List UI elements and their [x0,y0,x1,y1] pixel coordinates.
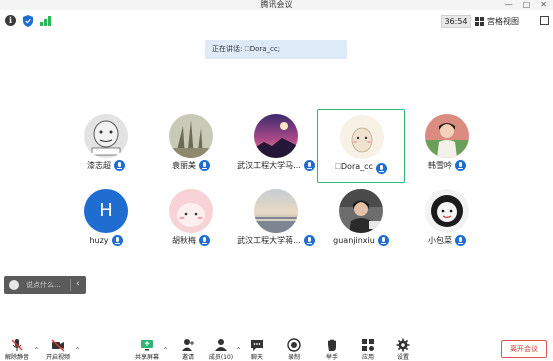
share-screen-icon [141,340,153,351]
participant-name: huzy [89,236,109,245]
participant-name: 袁丽美 [172,161,196,170]
window-controls: — □ ✕ [505,0,547,9]
avatar [340,115,384,159]
network-signal-icon[interactable] [40,16,52,26]
participant-tile[interactable]: 武汉工程大学马... [232,109,320,183]
microphone-muted-icon [11,339,23,351]
chat-label: 聊天 [250,354,263,361]
mic-icon [455,160,466,171]
participant-name: 武汉工程大学马... [237,161,301,170]
meeting-timer: 36:54 [441,15,471,28]
meeting-window: 腾讯会议 — □ ✕ i 36:54 宫格视图 正在讲话: 🗆Dora_cc; … [0,0,553,361]
mic-icon [111,235,123,246]
gear-icon [396,338,410,352]
invite-user-icon [182,339,194,351]
chat-bubble-icon [251,340,263,351]
apps-grid-icon [362,339,374,351]
invite-label: 邀请 [181,354,194,361]
mute-options-caret-icon[interactable]: ^ [34,347,39,354]
mic-icon [114,160,125,171]
emoji-icon[interactable] [9,280,19,290]
settings-label: 设置 [396,354,409,361]
participant-tile-active[interactable]: 🗆Dora_cc [317,109,405,183]
mic-icon [303,160,315,171]
mic-icon [303,235,315,246]
avatar [169,189,213,233]
chat-input[interactable]: 说点什么... ‹ [4,276,86,294]
mic-icon [199,235,210,246]
participant-name: guanjinxiu [333,236,375,245]
mic-icon [377,235,389,246]
grid-view-icon [475,17,484,26]
raise-hand-label: 举手 [325,354,338,361]
mute-label: 解除静音 [4,354,29,361]
record-label: 录制 [287,354,300,361]
avatar [84,114,128,158]
status-row: i 36:54 宫格视图 [0,11,553,31]
share-screen-label: 共享屏幕 [134,354,159,361]
avatar [425,189,469,233]
participant-tile[interactable]: 袁丽美 [147,109,235,183]
avatar [254,189,298,233]
raise-hand-button[interactable]: 举手 [319,338,345,361]
share-options-caret-icon[interactable]: ^ [163,347,168,354]
avatar [254,114,298,158]
participant-tile[interactable]: 武汉工程大学蒋... [232,184,320,258]
mic-icon [375,162,387,174]
raise-hand-icon [328,339,336,351]
share-screen-button[interactable]: 共享屏幕 [134,338,160,361]
maximize-button[interactable]: □ [523,0,531,9]
participant-name: 🗆Dora_cc [335,162,373,171]
apps-button[interactable]: 应用 [355,338,381,361]
participant-name: 韩雪吟 [428,161,452,170]
avatar [169,114,213,158]
title-bar: 腾讯会议 — □ ✕ [0,0,553,10]
view-label: 宫格视图 [487,17,519,26]
avatar: H [84,189,128,233]
participant-tile[interactable]: 胡秋梅 [147,184,235,258]
close-button[interactable]: ✕ [540,0,547,9]
avatar [339,189,383,233]
participant-tile[interactable]: 漆志超 [62,109,150,183]
video-options-caret-icon[interactable]: ^ [75,347,80,354]
members-label: 成员(10) [208,354,234,361]
chat-placeholder: 说点什么... [26,281,61,289]
collapse-chevron-icon[interactable]: ‹ [76,278,80,291]
settings-button[interactable]: 设置 [390,338,416,361]
record-button[interactable]: 录制 [281,338,307,361]
mute-button[interactable]: 解除静音 [4,338,30,361]
participant-name: 武汉工程大学蒋... [237,236,301,245]
speaking-banner: 正在讲话: 🗆Dora_cc; [205,40,347,59]
meeting-toolbar: 解除静音 ^ 开启视频 ^ 共享屏幕 ^ 邀请 成员(10) ^ 聊天 录制 举… [0,334,553,361]
leave-meeting-button[interactable]: 离开会议 [501,340,547,358]
participant-name: 漆志超 [87,161,111,170]
invite-button[interactable]: 邀请 [175,338,201,361]
mic-icon [455,235,466,246]
chat-divider [70,279,71,291]
members-options-caret-icon[interactable]: ^ [236,347,241,354]
participant-name: 小包菜 [428,236,452,245]
participant-tile[interactable]: 韩雪吟 [403,109,491,183]
shield-icon[interactable] [23,15,33,27]
mic-icon [199,160,210,171]
video-label: 开启视频 [45,354,70,361]
members-button[interactable]: 成员(10) [208,338,234,361]
participant-name: 胡秋梅 [172,236,196,245]
members-icon [215,339,227,351]
participant-tile[interactable]: 小包菜 [403,184,491,258]
view-toggle-button[interactable]: 宫格视图 [475,15,519,28]
apps-label: 应用 [361,354,374,361]
participant-tile[interactable]: guanjinxiu [317,184,405,258]
record-icon [287,338,301,352]
fullscreen-icon[interactable] [540,16,549,25]
avatar [425,114,469,158]
participant-tile[interactable]: H huzy [62,184,150,258]
chat-button[interactable]: 聊天 [244,338,270,361]
camera-off-icon [51,339,65,352]
video-button[interactable]: 开启视频 [45,338,71,361]
minimize-button[interactable]: — [505,0,513,9]
window-title: 腾讯会议 [260,0,293,9]
info-icon[interactable]: i [5,15,16,26]
